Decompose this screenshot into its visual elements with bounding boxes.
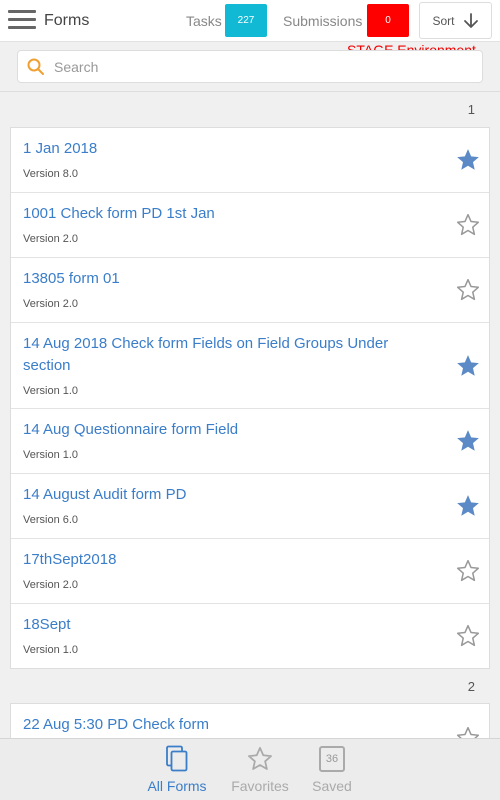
form-version: Version 1.0	[23, 449, 79, 461]
sort-label: Sort	[432, 13, 455, 28]
list-item[interactable]: 14 Aug Questionnaire form Field Version …	[11, 409, 489, 474]
submissions-label[interactable]: Submissions	[283, 13, 362, 29]
page-number: 1	[467, 102, 475, 117]
list-item[interactable]: 13805 form 01 Version 2.0	[11, 258, 489, 323]
star-outline-icon[interactable]	[455, 212, 481, 238]
search-icon	[27, 58, 44, 75]
form-version: Version 8.0	[23, 168, 79, 180]
page-title: Forms	[44, 12, 90, 29]
list-item[interactable]: 1 Jan 2018 Version 8.0	[11, 128, 489, 193]
search-bar	[17, 50, 483, 83]
list-item[interactable]: 14 Aug 2018 Check form Fields on Field G…	[11, 323, 489, 409]
app-header: Forms Tasks 227 Submissions 0 Sort	[0, 0, 500, 42]
form-version: Version 1.0	[23, 385, 79, 397]
tasks-count-badge[interactable]: 227	[225, 4, 267, 37]
nav-label: Favorites	[231, 778, 289, 794]
documents-icon	[166, 745, 188, 772]
form-title[interactable]: 14 Aug Questionnaire form Field	[23, 419, 429, 441]
divider	[0, 91, 500, 92]
page-number: 2	[467, 679, 475, 694]
hamburger-menu-icon[interactable]	[8, 10, 36, 32]
star-filled-icon[interactable]	[455, 147, 481, 173]
nav-label: All Forms	[147, 778, 207, 794]
form-title[interactable]: 1001 Check form PD 1st Jan	[23, 203, 429, 225]
star-filled-icon[interactable]	[455, 428, 481, 454]
nav-favorites[interactable]: Favorites	[220, 745, 300, 794]
submissions-count-badge[interactable]: 0	[367, 4, 409, 37]
form-title[interactable]: 18Sept	[23, 614, 429, 636]
star-filled-icon[interactable]	[455, 353, 481, 379]
form-title[interactable]: 1 Jan 2018	[23, 138, 429, 160]
form-list: 1 Jan 2018 Version 8.0 1001 Check form P…	[10, 127, 490, 669]
list-item[interactable]: 18Sept Version 1.0	[11, 604, 489, 668]
saved-box-icon: 36	[319, 746, 345, 772]
star-outline-icon[interactable]	[455, 277, 481, 303]
form-version: Version 6.0	[23, 514, 79, 526]
form-version: Version 2.0	[23, 233, 79, 245]
form-list: 22 Aug 5:30 PD Check form	[10, 703, 490, 743]
list-item[interactable]: 17thSept2018 Version 2.0	[11, 539, 489, 604]
form-title[interactable]: 14 August Audit form PD	[23, 484, 429, 506]
sort-button[interactable]: Sort	[419, 2, 492, 39]
form-version: Version 2.0	[23, 298, 79, 310]
list-item[interactable]: 1001 Check form PD 1st Jan Version 2.0	[11, 193, 489, 258]
form-version: Version 1.0	[23, 644, 79, 656]
star-outline-icon[interactable]	[455, 558, 481, 584]
nav-label: Saved	[312, 778, 352, 794]
star-filled-icon[interactable]	[455, 493, 481, 519]
form-version: Version 2.0	[23, 579, 79, 591]
search-input[interactable]	[54, 51, 474, 82]
form-title[interactable]: 14 Aug 2018 Check form Fields on Field G…	[23, 333, 429, 377]
nav-saved[interactable]: 36 Saved	[292, 745, 372, 794]
arrow-down-icon	[463, 12, 478, 28]
nav-all-forms[interactable]: All Forms	[137, 745, 217, 794]
star-outline-icon[interactable]	[455, 623, 481, 649]
list-item[interactable]: 14 August Audit form PD Version 6.0	[11, 474, 489, 539]
tasks-label[interactable]: Tasks	[186, 13, 222, 29]
bottom-nav: All Forms Favorites 36 Saved	[0, 738, 500, 800]
star-outline-icon	[248, 747, 272, 770]
form-title[interactable]: 17thSept2018	[23, 549, 429, 571]
form-title[interactable]: 13805 form 01	[23, 268, 429, 290]
form-title[interactable]: 22 Aug 5:30 PD Check form	[11, 704, 489, 736]
